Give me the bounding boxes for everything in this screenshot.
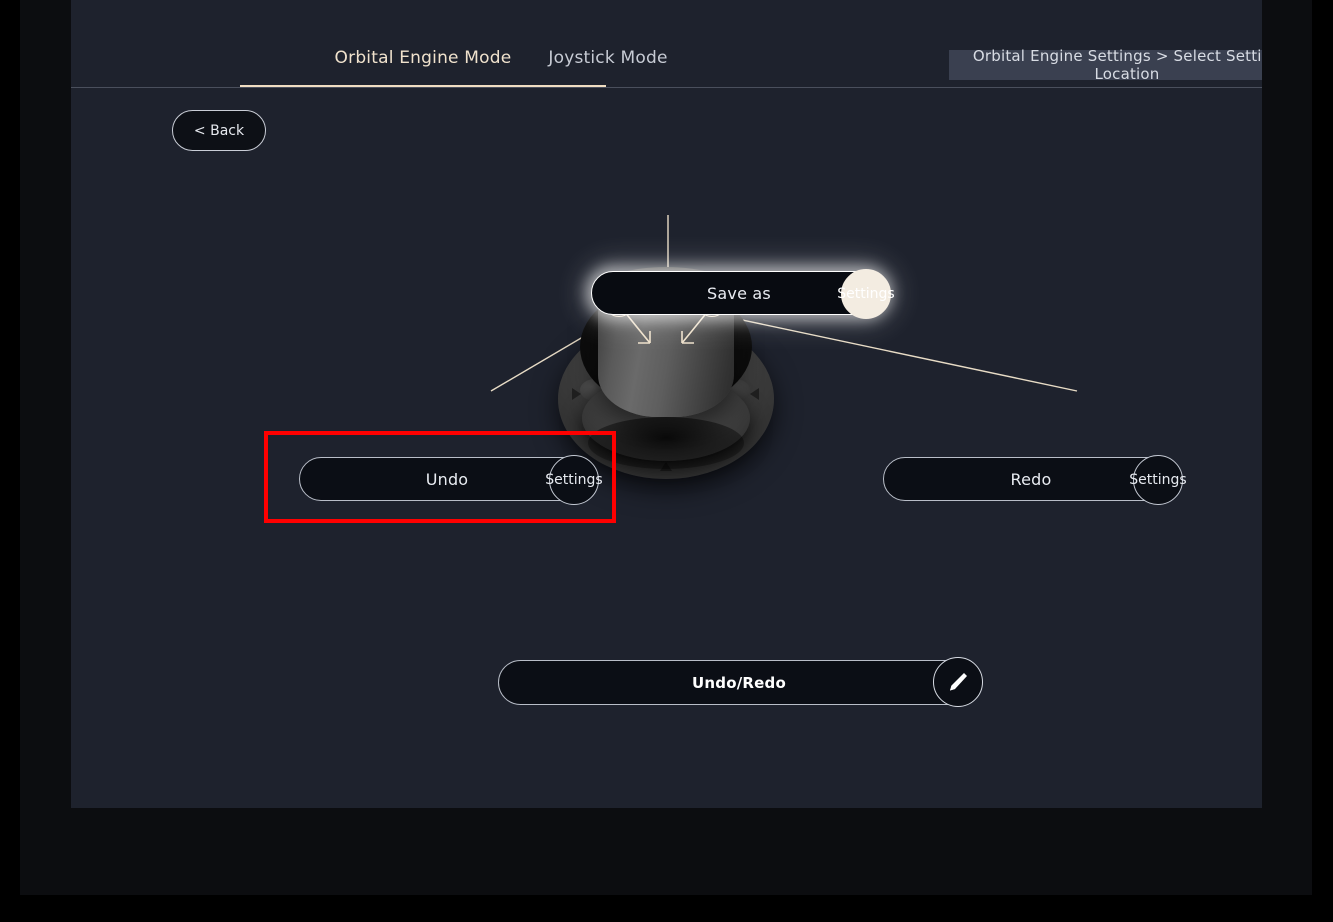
breadcrumb-text: Orbital Engine Settings > Select Setting… bbox=[972, 47, 1262, 83]
undo-redo-pill[interactable]: Undo/Redo bbox=[498, 657, 983, 707]
pencil-icon[interactable] bbox=[933, 657, 983, 707]
save-as-label: Save as bbox=[707, 283, 771, 303]
undo-label: Undo bbox=[425, 469, 469, 489]
undo-settings-badge[interactable]: Settings bbox=[545, 455, 603, 505]
stage: Save as Settings Undo Settings Redo Sett… bbox=[71, 88, 1262, 808]
undo-pill[interactable]: Undo Settings bbox=[299, 455, 603, 505]
save-as-pill[interactable]: Save as Settings bbox=[591, 269, 895, 319]
redo-label: Redo bbox=[1010, 469, 1052, 489]
redo-pill[interactable]: Redo Settings bbox=[883, 455, 1187, 505]
screen-root: Orbital Engine Mode Joystick Mode Orbita… bbox=[0, 0, 1333, 922]
tab-orbital-engine-mode-label: Orbital Engine Mode bbox=[334, 48, 512, 68]
breadcrumb[interactable]: Orbital Engine Settings > Select Setting… bbox=[949, 47, 1262, 83]
redo-settings-badge[interactable]: Settings bbox=[1129, 455, 1187, 505]
pencil-glyph bbox=[950, 673, 967, 691]
tab-joystick-mode[interactable]: Joystick Mode bbox=[508, 48, 708, 88]
undo-redo-label: Undo/Redo bbox=[692, 673, 786, 692]
save-as-settings-badge[interactable]: Settings bbox=[837, 269, 895, 319]
tab-joystick-mode-label: Joystick Mode bbox=[548, 48, 668, 68]
app-panel: Orbital Engine Mode Joystick Mode Orbita… bbox=[71, 0, 1262, 808]
